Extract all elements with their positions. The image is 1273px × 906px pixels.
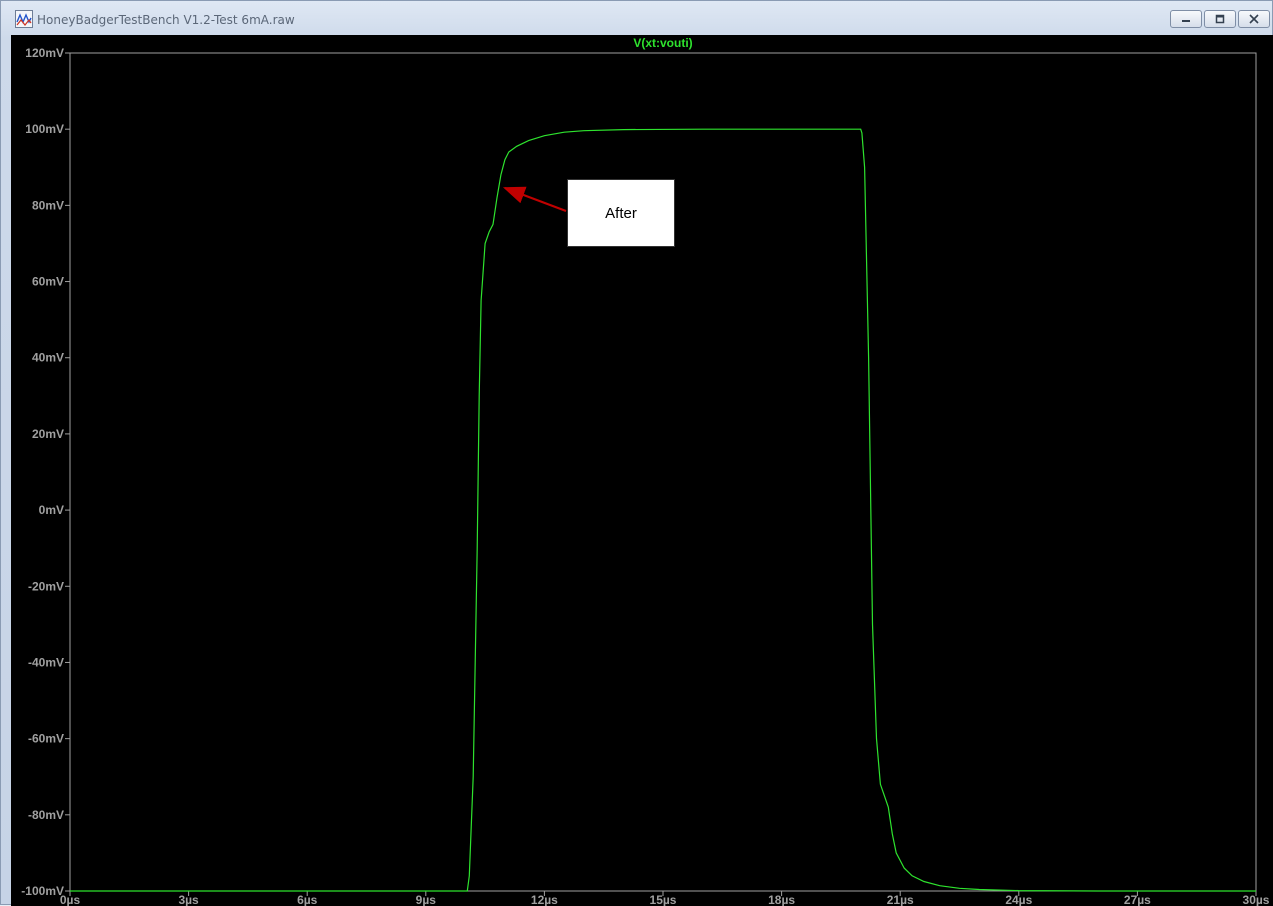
waveform-chart[interactable]: V(xt:vouti) 120mV 100mV 80mV 60mV 40mV 20mV 0mV… — [11, 35, 1273, 906]
x-tick-label: 18µs — [768, 893, 795, 906]
x-tick-label: 12µs — [531, 893, 558, 906]
close-icon — [1249, 14, 1259, 24]
y-tick-label: 120mV — [25, 46, 64, 60]
x-tick-label: 15µs — [650, 893, 677, 906]
minimize-button[interactable] — [1170, 10, 1202, 28]
x-tick-label: 6µs — [297, 893, 318, 906]
close-button[interactable] — [1238, 10, 1270, 28]
annotation-arrow — [502, 186, 567, 213]
waveform-plot-pane[interactable]: V(xt:vouti) 120mV 100mV 80mV 60mV 40mV 20mV 0mV… — [11, 35, 1273, 906]
y-tick-label: -40mV — [28, 655, 64, 669]
annotation-label: After — [605, 204, 637, 222]
waveform-app-icon — [15, 10, 33, 28]
y-tick-label: 20mV — [32, 427, 64, 441]
y-tick-label: 100mV — [25, 122, 64, 136]
x-tick-label: 30µs — [1243, 893, 1270, 906]
annotation-box: After — [567, 179, 675, 247]
title-bar[interactable]: HoneyBadgerTestBench V1.2-Test 6mA.raw — [1, 1, 1272, 37]
y-tick-label: 0mV — [39, 503, 64, 517]
maximize-button[interactable] — [1204, 10, 1236, 28]
y-tick-label: 60mV — [32, 275, 64, 289]
y-tick-label: -80mV — [28, 808, 64, 822]
window-title: HoneyBadgerTestBench V1.2-Test 6mA.raw — [37, 13, 295, 27]
x-tick-label: 21µs — [887, 893, 914, 906]
x-tick-label: 24µs — [1005, 893, 1032, 906]
x-tick-label: 27µs — [1124, 893, 1151, 906]
y-tick-label: -60mV — [28, 732, 64, 746]
app-window: HoneyBadgerTestBench V1.2-Test 6mA.raw V… — [0, 0, 1273, 906]
x-tick-label: 0µs — [60, 893, 81, 906]
maximize-icon — [1215, 14, 1225, 24]
y-tick-label: 40mV — [32, 351, 64, 365]
y-tick-label: -20mV — [28, 579, 64, 593]
y-tick-label: -100mV — [21, 884, 64, 898]
x-tick-label: 3µs — [178, 893, 199, 906]
y-tick-label: 80mV — [32, 198, 64, 212]
chart-title: V(xt:vouti) — [633, 36, 692, 50]
minimize-icon — [1182, 20, 1190, 22]
x-tick-label: 9µs — [416, 893, 437, 906]
